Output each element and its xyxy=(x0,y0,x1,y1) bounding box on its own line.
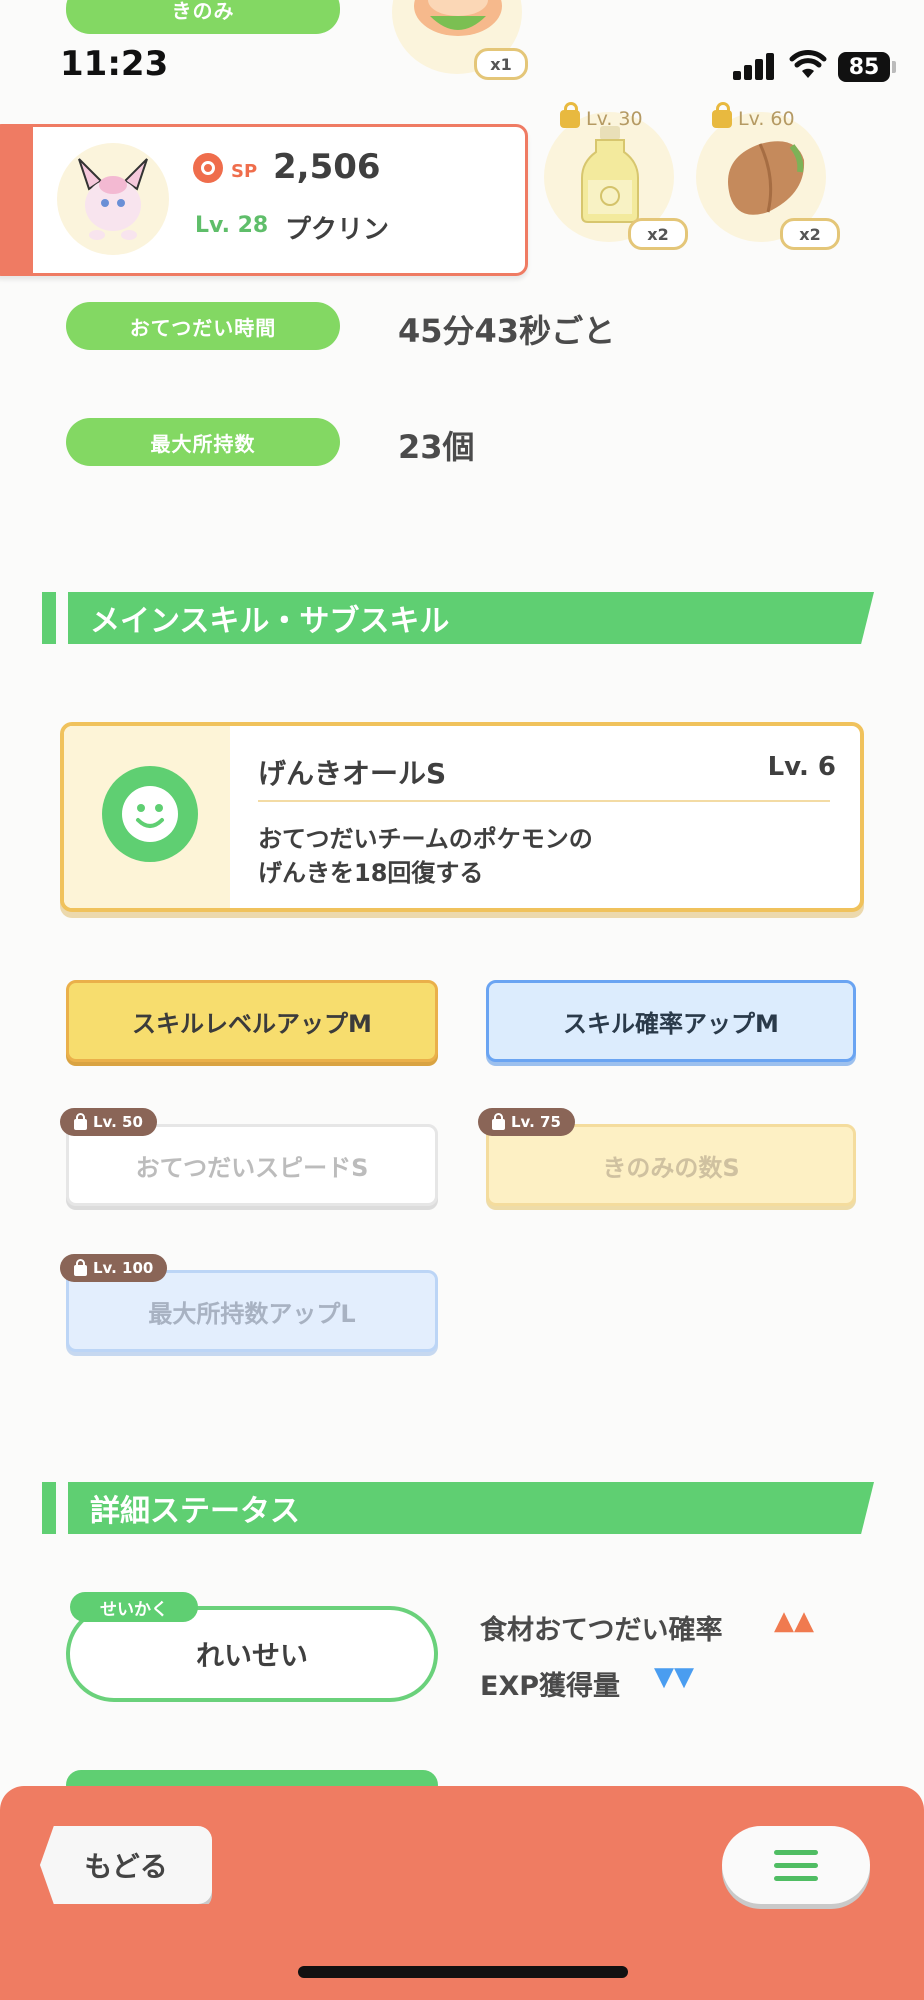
sub-skill-4-lock-label: Lv. 75 xyxy=(511,1113,561,1131)
hamburger-menu-icon xyxy=(774,1850,818,1881)
max-carry-label: 最大所持数 xyxy=(150,431,256,456)
berry-count-badge: x1 xyxy=(474,48,528,80)
detail-section-title: 詳細ステータス xyxy=(68,1482,874,1534)
wifi-icon xyxy=(789,50,827,78)
ingredient-1-count: x2 xyxy=(647,224,669,244)
sub-skill-4-button[interactable]: きのみの数S xyxy=(486,1124,856,1206)
ingredient-2-lock: Lv. 60 xyxy=(712,102,795,130)
back-button-label: もどる xyxy=(84,1850,168,1883)
menu-button[interactable] xyxy=(722,1826,870,1904)
battery-indicator: 85 xyxy=(838,52,890,82)
pokemon-sprite-icon xyxy=(78,158,148,240)
skill-section-header: メインスキル・サブスキル xyxy=(42,592,874,644)
main-skill-name: げんきオールS xyxy=(258,757,447,790)
nature-tag-label: せいかく xyxy=(100,1599,168,1620)
max-carry-label-pill: 最大所持数 xyxy=(66,418,340,466)
lock-icon xyxy=(74,1258,87,1276)
nature-value: れいせい xyxy=(195,1639,308,1672)
home-indicator[interactable] xyxy=(298,1966,628,1978)
smile-icon xyxy=(102,766,198,862)
ingredient-1-lock: Lv. 30 xyxy=(560,102,643,130)
help-time-label: おてつだい時間 xyxy=(129,315,277,340)
ingredient-1-count-badge: x2 xyxy=(628,218,688,250)
ingredient-2-lock-label: Lv. 60 xyxy=(738,108,795,130)
ingredient-2-count: x2 xyxy=(799,224,821,244)
help-time-value: 45分43秒ごと xyxy=(398,312,616,350)
sub-skill-3-lock-label: Lv. 50 xyxy=(93,1113,143,1131)
sub-skill-3-button[interactable]: おてつだいスピードS xyxy=(66,1124,438,1206)
section-header-marker xyxy=(42,592,56,644)
skill-icon-panel xyxy=(64,726,230,908)
sub-skill-5-label: 最大所持数アップL xyxy=(148,1299,356,1328)
berry-label-pill: きのみ xyxy=(66,0,340,34)
pokemon-name: プクリン xyxy=(285,215,390,245)
ingredient-2-count-badge: x2 xyxy=(780,218,840,250)
sp-label: SP xyxy=(231,161,258,182)
berry-label: きのみ xyxy=(171,0,235,23)
effect-down-arrows: ▼▼ xyxy=(654,1662,694,1692)
skill-section-title: メインスキル・サブスキル xyxy=(68,592,874,644)
sub-skill-5-lock-label: Lv. 100 xyxy=(93,1259,154,1277)
main-skill-card[interactable]: げんきオールS Lv. 6 おてつだいチームのポケモンの げんきを18回復する xyxy=(60,722,864,912)
sub-skill-3-lock-tag: Lv. 50 xyxy=(60,1108,157,1136)
strength-ball-icon xyxy=(193,153,223,183)
lock-icon xyxy=(712,102,732,128)
oil-bottle-icon xyxy=(581,126,639,223)
detail-section-header: 詳細ステータス xyxy=(42,1482,874,1534)
ingredient-1-lock-label: Lv. 30 xyxy=(586,108,643,130)
battery-tip xyxy=(892,61,896,73)
effect-down-label: EXP獲得量 xyxy=(480,1671,621,1702)
sub-skill-5-lock-tag: Lv. 100 xyxy=(60,1254,168,1282)
description-line-1: おてつだいチームのポケモンの xyxy=(258,825,593,853)
effect-up-arrows: ▲▲ xyxy=(774,1606,814,1636)
sub-skill-1-button[interactable]: スキルレベルアップM xyxy=(66,980,438,1062)
lock-icon xyxy=(492,1112,505,1130)
cacao-icon xyxy=(728,141,805,215)
section-header-marker xyxy=(42,1482,56,1534)
main-skill-level: Lv. 6 xyxy=(767,752,836,782)
cellular-signal-icon xyxy=(733,50,777,80)
pokemon-avatar xyxy=(57,143,169,255)
nature-tag: せいかく xyxy=(70,1592,198,1622)
description-line-2: げんきを18回復する xyxy=(258,859,484,887)
effect-up-label: 食材おてつだい確率 xyxy=(480,1615,723,1646)
sub-skill-2-button[interactable]: スキル確率アップM xyxy=(486,980,856,1062)
berry-icon xyxy=(414,0,502,36)
back-button[interactable]: もどる xyxy=(40,1826,212,1904)
lock-icon xyxy=(560,102,580,128)
sub-skill-1-label: スキルレベルアップM xyxy=(132,1009,372,1038)
pokemon-level: Lv. 28 xyxy=(195,213,269,238)
main-skill-description: おてつだいチームのポケモンの げんきを18回復する xyxy=(258,822,593,890)
sub-skill-5-button[interactable]: 最大所持数アップL xyxy=(66,1270,438,1352)
sub-skill-4-lock-tag: Lv. 75 xyxy=(478,1108,575,1136)
status-time: 11:23 xyxy=(60,44,169,84)
skill-divider xyxy=(258,800,830,802)
max-carry-value: 23個 xyxy=(398,428,475,466)
sp-value: 2,506 xyxy=(273,147,381,187)
berry-count: x1 xyxy=(490,54,512,74)
sub-skill-4-label: きのみの数S xyxy=(602,1153,740,1182)
card-accent-stripe xyxy=(0,127,33,273)
pokemon-summary-card[interactable]: SP 2,506 Lv. 28 プクリン xyxy=(0,124,528,276)
sub-skill-2-label: スキル確率アップM xyxy=(563,1009,779,1038)
sub-skill-3-label: おてつだいスピードS xyxy=(135,1153,369,1182)
lock-icon xyxy=(74,1112,87,1130)
help-time-label-pill: おてつだい時間 xyxy=(66,302,340,350)
